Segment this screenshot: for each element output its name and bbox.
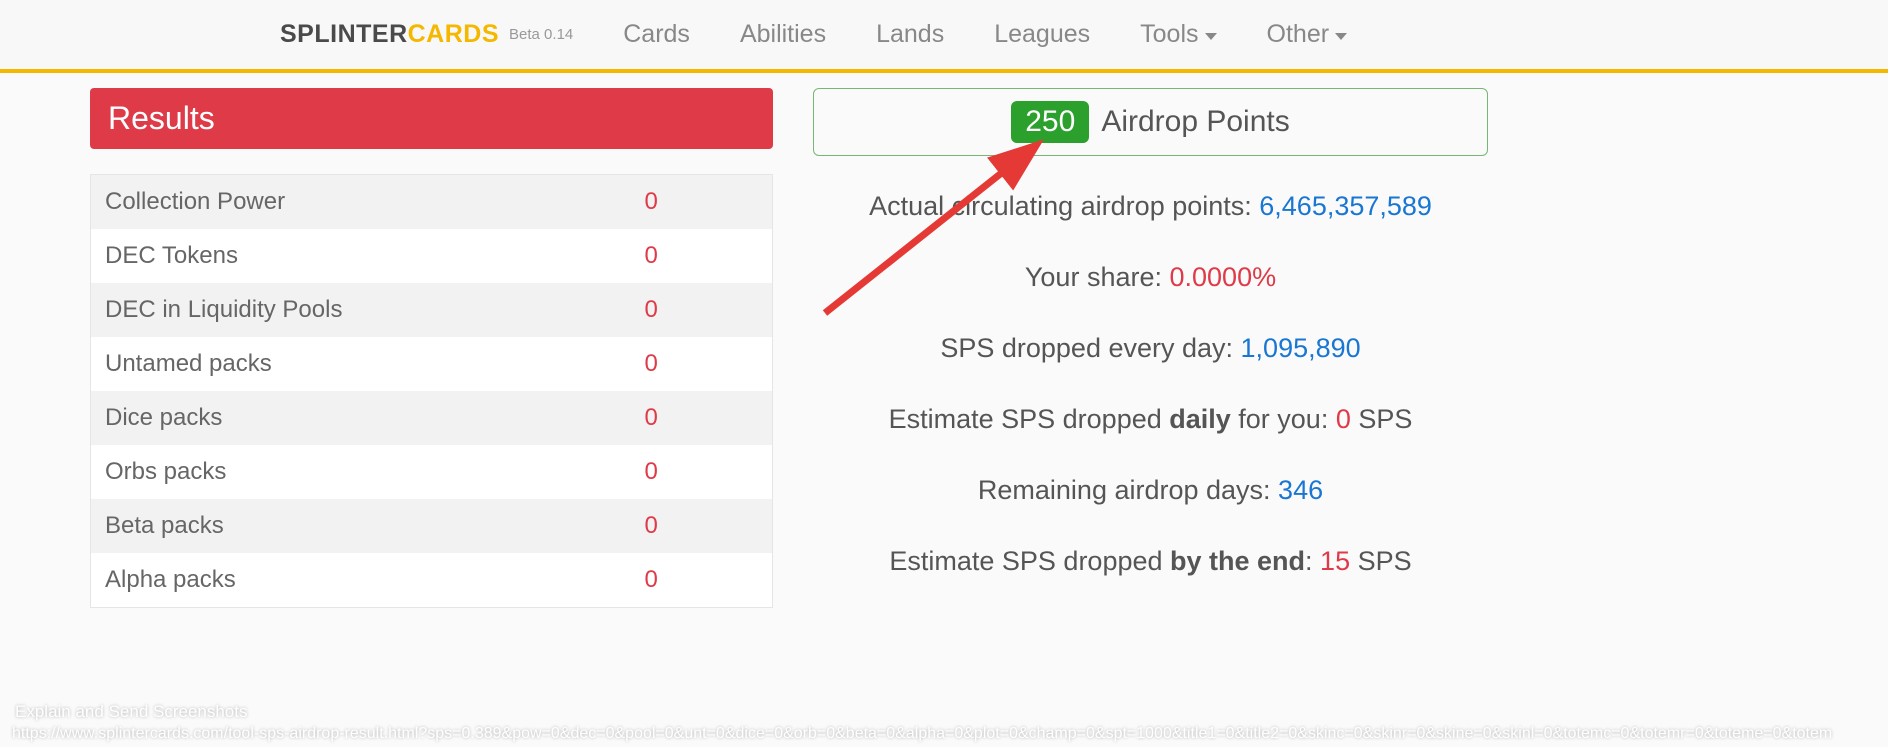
stat-remaining: Remaining airdrop days: 346 <box>813 475 1488 506</box>
row-label: Untamed packs <box>91 337 631 391</box>
row-value: 0 <box>631 499 773 553</box>
table-row: Collection Power0 <box>91 175 773 230</box>
nav-tools[interactable]: Tools <box>1140 20 1216 49</box>
nav-abilities[interactable]: Abilities <box>740 20 826 49</box>
row-label: Dice packs <box>91 391 631 445</box>
nav-links: Cards Abilities Lands Leagues Tools Othe… <box>623 20 1347 49</box>
row-value: 0 <box>631 445 773 499</box>
row-value: 0 <box>631 283 773 337</box>
overlay-extension-label: Explain and Send Screenshots <box>15 702 248 722</box>
row-value: 0 <box>631 229 773 283</box>
logo[interactable]: SPLINTERCARDS <box>280 20 499 49</box>
table-row: Alpha packs0 <box>91 553 773 608</box>
airdrop-points-box: 250 Airdrop Points <box>813 88 1488 156</box>
stat-estimate-daily: Estimate SPS dropped daily for you: 0 SP… <box>813 404 1488 435</box>
row-value: 0 <box>631 337 773 391</box>
chevron-down-icon <box>1205 33 1217 40</box>
table-row: Beta packs0 <box>91 499 773 553</box>
table-row: Untamed packs0 <box>91 337 773 391</box>
navbar: SPLINTERCARDS Beta 0.14 Cards Abilities … <box>0 0 1888 73</box>
row-value: 0 <box>631 391 773 445</box>
results-header: Results <box>90 88 773 149</box>
chevron-down-icon <box>1335 33 1347 40</box>
row-label: Alpha packs <box>91 553 631 608</box>
stat-sps-daily: SPS dropped every day: 1,095,890 <box>813 333 1488 364</box>
table-row: DEC in Liquidity Pools0 <box>91 283 773 337</box>
nav-lands[interactable]: Lands <box>876 20 944 49</box>
row-label: Orbs packs <box>91 445 631 499</box>
stat-circulating: Actual circulating airdrop points: 6,465… <box>813 191 1488 222</box>
row-label: DEC Tokens <box>91 229 631 283</box>
logo-part2: CARDS <box>408 20 499 48</box>
airdrop-label: Airdrop Points <box>1101 105 1289 139</box>
overlay-url: https://www.splintercards.com/tool-sps-a… <box>12 725 1832 743</box>
table-row: DEC Tokens0 <box>91 229 773 283</box>
row-label: Beta packs <box>91 499 631 553</box>
results-column: Results Collection Power0DEC Tokens0DEC … <box>90 88 773 608</box>
nav-other[interactable]: Other <box>1267 20 1348 49</box>
table-row: Dice packs0 <box>91 391 773 445</box>
stats-column: 250 Airdrop Points Actual circulating ai… <box>813 88 1798 608</box>
row-label: DEC in Liquidity Pools <box>91 283 631 337</box>
stat-share: Your share: 0.0000% <box>813 262 1488 293</box>
nav-leagues[interactable]: Leagues <box>994 20 1090 49</box>
nav-cards[interactable]: Cards <box>623 20 690 49</box>
beta-label: Beta 0.14 <box>509 26 573 43</box>
stat-estimate-end: Estimate SPS dropped by the end: 15 SPS <box>813 546 1488 577</box>
row-value: 0 <box>631 553 773 608</box>
row-value: 0 <box>631 175 773 230</box>
table-row: Orbs packs0 <box>91 445 773 499</box>
logo-part1: SPLINTER <box>280 20 408 48</box>
row-label: Collection Power <box>91 175 631 230</box>
results-table: Collection Power0DEC Tokens0DEC in Liqui… <box>90 174 773 608</box>
airdrop-badge: 250 <box>1011 101 1089 143</box>
